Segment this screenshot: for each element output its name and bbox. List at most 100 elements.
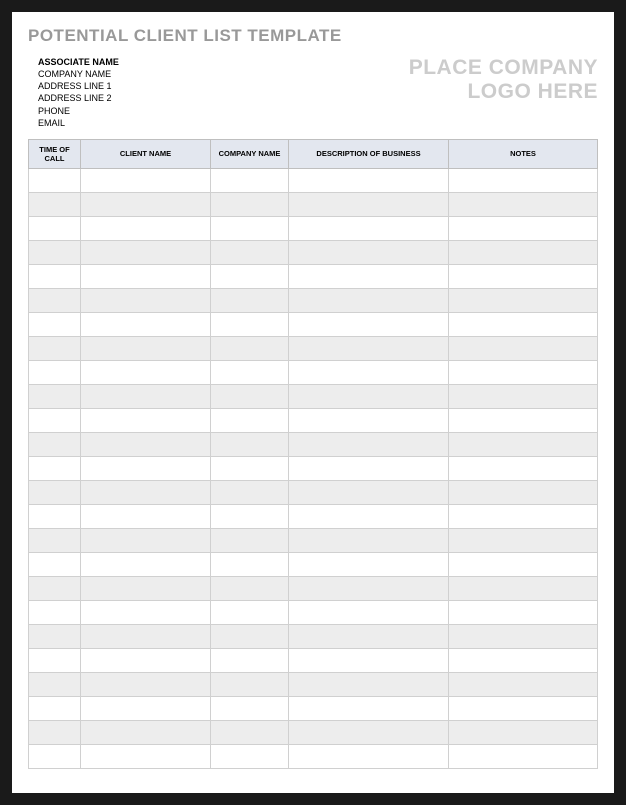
table-cell-desc <box>289 360 449 384</box>
table-cell-company <box>211 576 289 600</box>
table-row <box>29 408 598 432</box>
table-cell-notes <box>449 528 598 552</box>
table-cell-client <box>81 240 211 264</box>
document-page: POTENTIAL CLIENT LIST TEMPLATE ASSOCIATE… <box>12 12 614 793</box>
table-cell-notes <box>449 288 598 312</box>
table-cell-company <box>211 456 289 480</box>
table-cell-client <box>81 432 211 456</box>
table-cell-desc <box>289 192 449 216</box>
table-row <box>29 696 598 720</box>
table-cell-client <box>81 408 211 432</box>
table-row <box>29 312 598 336</box>
table-row <box>29 216 598 240</box>
table-cell-company <box>211 528 289 552</box>
table-cell-company <box>211 720 289 744</box>
table-cell-company <box>211 168 289 192</box>
table-cell-company <box>211 480 289 504</box>
table-cell-notes <box>449 456 598 480</box>
table-cell-client <box>81 648 211 672</box>
associate-name-label: ASSOCIATE NAME <box>38 56 119 68</box>
table-row <box>29 528 598 552</box>
associate-field: ADDRESS LINE 1 <box>38 80 119 92</box>
table-cell-client <box>81 288 211 312</box>
table-cell-client <box>81 168 211 192</box>
table-cell-company <box>211 672 289 696</box>
table-cell-notes <box>449 672 598 696</box>
table-cell-company <box>211 264 289 288</box>
table-row <box>29 192 598 216</box>
table-row <box>29 264 598 288</box>
table-cell-client <box>81 312 211 336</box>
table-row <box>29 336 598 360</box>
table-row <box>29 432 598 456</box>
col-header-company: COMPANY NAME <box>211 139 289 168</box>
table-header-row: TIME OF CALL CLIENT NAME COMPANY NAME DE… <box>29 139 598 168</box>
table-cell-time <box>29 648 81 672</box>
table-cell-time <box>29 360 81 384</box>
table-cell-notes <box>449 552 598 576</box>
associate-block: ASSOCIATE NAME COMPANY NAME ADDRESS LINE… <box>38 56 119 129</box>
table-cell-company <box>211 288 289 312</box>
table-cell-client <box>81 576 211 600</box>
associate-field: EMAIL <box>38 117 119 129</box>
table-cell-time <box>29 264 81 288</box>
table-row <box>29 672 598 696</box>
col-header-time: TIME OF CALL <box>29 139 81 168</box>
table-cell-notes <box>449 600 598 624</box>
table-cell-time <box>29 552 81 576</box>
table-cell-desc <box>289 408 449 432</box>
table-cell-time <box>29 312 81 336</box>
table-cell-time <box>29 744 81 768</box>
table-cell-notes <box>449 336 598 360</box>
table-cell-time <box>29 216 81 240</box>
table-cell-company <box>211 696 289 720</box>
table-row <box>29 288 598 312</box>
table-cell-time <box>29 456 81 480</box>
table-cell-company <box>211 552 289 576</box>
table-cell-company <box>211 336 289 360</box>
table-cell-time <box>29 720 81 744</box>
table-cell-client <box>81 624 211 648</box>
table-cell-company <box>211 408 289 432</box>
table-cell-desc <box>289 720 449 744</box>
table-cell-desc <box>289 168 449 192</box>
associate-field: PHONE <box>38 105 119 117</box>
table-row <box>29 720 598 744</box>
table-cell-client <box>81 360 211 384</box>
table-cell-time <box>29 192 81 216</box>
table-cell-desc <box>289 264 449 288</box>
table-cell-company <box>211 384 289 408</box>
table-cell-desc <box>289 600 449 624</box>
table-cell-desc <box>289 576 449 600</box>
associate-field: COMPANY NAME <box>38 68 119 80</box>
table-cell-desc <box>289 480 449 504</box>
table-cell-notes <box>449 408 598 432</box>
logo-line-1: PLACE COMPANY <box>409 56 598 80</box>
table-cell-time <box>29 504 81 528</box>
table-cell-notes <box>449 192 598 216</box>
table-cell-company <box>211 624 289 648</box>
table-cell-client <box>81 720 211 744</box>
table-cell-desc <box>289 456 449 480</box>
table-cell-client <box>81 528 211 552</box>
page-title: POTENTIAL CLIENT LIST TEMPLATE <box>28 26 598 46</box>
table-cell-notes <box>449 720 598 744</box>
table-cell-desc <box>289 648 449 672</box>
table-cell-desc <box>289 528 449 552</box>
table-cell-notes <box>449 696 598 720</box>
table-cell-desc <box>289 312 449 336</box>
associate-field: ADDRESS LINE 2 <box>38 92 119 104</box>
table-cell-desc <box>289 432 449 456</box>
table-cell-client <box>81 192 211 216</box>
table-row <box>29 456 598 480</box>
table-row <box>29 576 598 600</box>
table-row <box>29 384 598 408</box>
table-cell-time <box>29 408 81 432</box>
col-header-notes: NOTES <box>449 139 598 168</box>
table-row <box>29 480 598 504</box>
table-cell-desc <box>289 240 449 264</box>
table-cell-time <box>29 696 81 720</box>
header-row: ASSOCIATE NAME COMPANY NAME ADDRESS LINE… <box>28 56 598 129</box>
table-cell-client <box>81 696 211 720</box>
table-cell-notes <box>449 648 598 672</box>
